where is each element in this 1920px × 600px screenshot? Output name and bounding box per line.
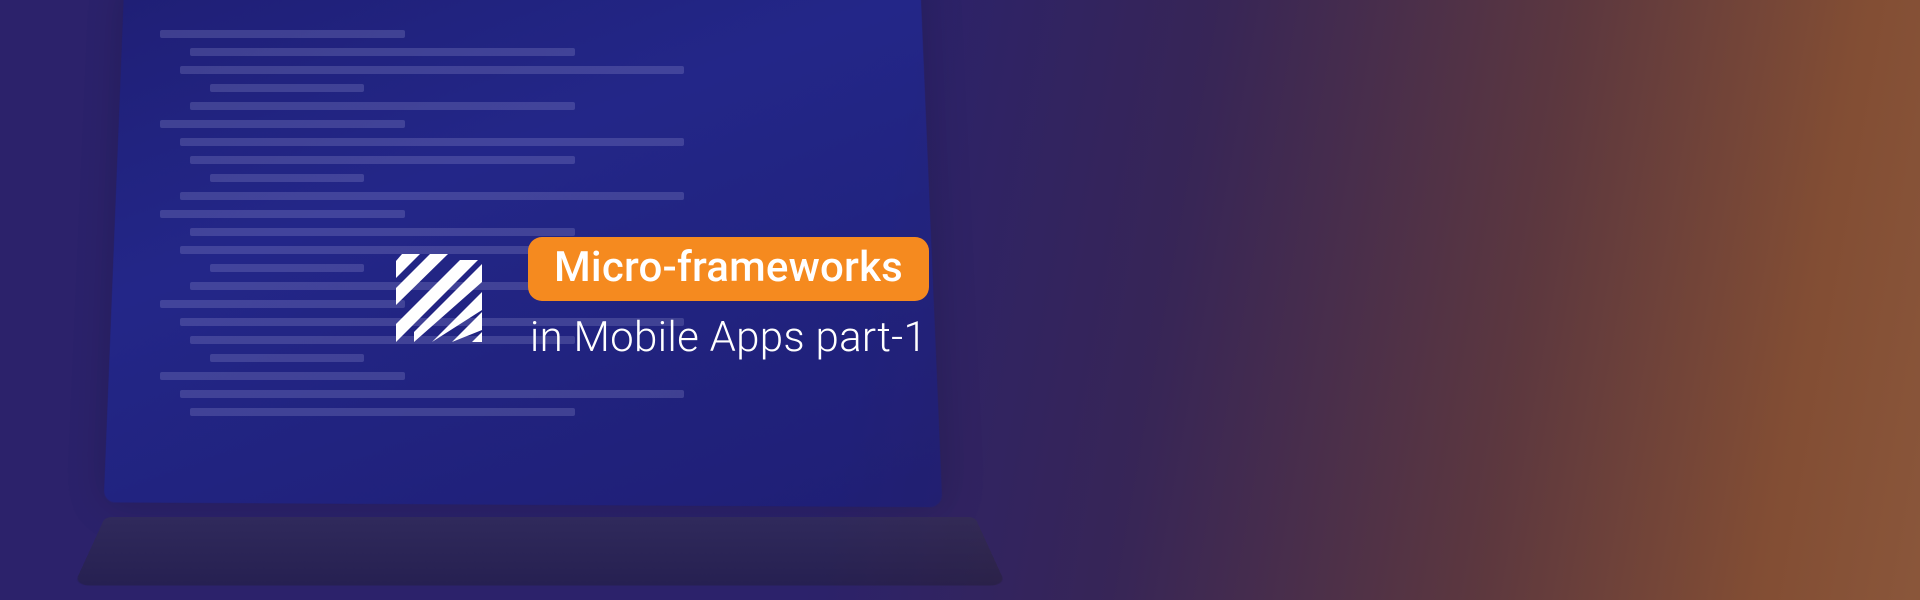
hero-banner: Micro-frameworks in Mobile Apps part-1 xyxy=(0,0,1920,600)
title-text-block: Micro-frameworks in Mobile Apps part-1 xyxy=(528,237,929,364)
title-group: Micro-frameworks in Mobile Apps part-1 xyxy=(390,237,929,364)
diagonal-stripes-logo-icon xyxy=(390,250,490,350)
title-highlight: Micro-frameworks xyxy=(528,237,929,301)
title-subtitle: in Mobile Apps part-1 xyxy=(530,313,927,363)
